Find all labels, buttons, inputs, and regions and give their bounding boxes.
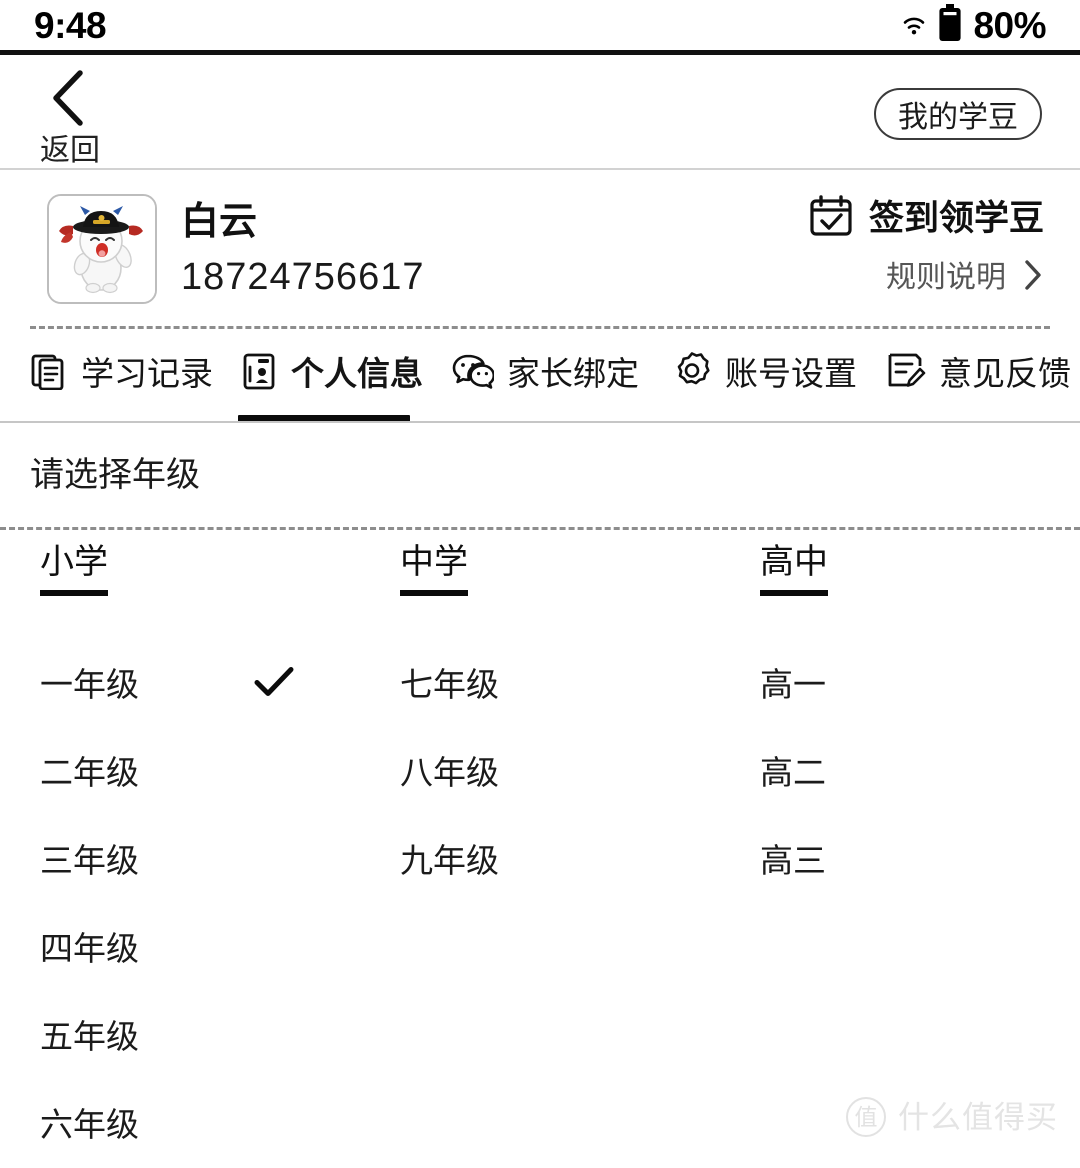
grade-option[interactable]: 一年级	[40, 640, 370, 728]
grade-option-label: 二年级	[40, 753, 139, 791]
grade-option-label: 高二	[760, 753, 826, 791]
status-bar: 9:48 80%	[0, 0, 1080, 50]
chevron-right-icon	[1022, 258, 1044, 297]
grade-column-header[interactable]: 高中	[760, 545, 828, 596]
grade-option[interactable]: 二年级	[40, 728, 370, 816]
status-indicators: 80%	[901, 3, 1046, 47]
back-button[interactable]: 返回	[30, 63, 150, 167]
watermark-text: 什么值得买	[898, 1099, 1058, 1135]
grade-column-header[interactable]: 中学	[400, 545, 468, 596]
battery-percent: 80%	[973, 4, 1046, 46]
grade-selector: 小学 一年级 二年级 三年级 四年级 五年级 六年级 中学 七年级 八年级 九年…	[0, 545, 1080, 1157]
profile-name: 白云	[181, 201, 258, 243]
tab-learning-record[interactable]: 学习记录	[30, 342, 213, 404]
tab-feedback[interactable]: 意见反馈	[886, 342, 1071, 404]
grade-option[interactable]: 高三	[760, 816, 1080, 904]
document-icon	[30, 352, 68, 395]
grade-option-label: 五年级	[40, 1017, 139, 1055]
check-icon	[253, 666, 295, 703]
calendar-check-icon	[809, 194, 853, 243]
grade-option[interactable]: 六年级	[40, 1080, 370, 1168]
wechat-icon	[452, 352, 496, 395]
grade-option[interactable]: 四年级	[40, 904, 370, 992]
status-time: 9:48	[34, 4, 107, 46]
signin-reward-label: 签到领学豆	[868, 199, 1044, 238]
grade-column-high: 高中 高一 高二 高三	[760, 545, 1080, 904]
wifi-icon	[901, 15, 927, 35]
id-card-icon	[240, 352, 278, 395]
my-coins-button[interactable]: 我的学豆	[874, 88, 1042, 140]
feedback-edit-icon	[886, 351, 926, 396]
grade-option[interactable]: 高二	[760, 728, 1080, 816]
grade-option-label: 高三	[760, 841, 826, 879]
tab-label: 个人信息	[291, 354, 423, 392]
section-dashed-divider	[0, 527, 1080, 530]
tab-bar-divider	[0, 421, 1080, 423]
rule-explanation-link[interactable]: 规则说明	[886, 258, 1044, 297]
grade-option[interactable]: 三年级	[40, 816, 370, 904]
app-screen: 9:48 80% 返回 我的学豆 白云 18724756617 签到领学豆 规则…	[0, 0, 1080, 1157]
grade-option[interactable]: 五年级	[40, 992, 370, 1080]
grade-list: 高一 高二 高三	[760, 640, 1080, 904]
battery-icon	[938, 3, 962, 47]
tab-label: 意见反馈	[939, 354, 1071, 392]
tab-account-settings[interactable]: 账号设置	[672, 342, 857, 404]
user-avatar-cartoon	[49, 196, 155, 302]
grade-option-label: 一年级	[40, 665, 139, 703]
profile-dashed-divider	[30, 326, 1050, 329]
section-title: 请选择年级	[30, 456, 200, 494]
chevron-left-icon	[46, 67, 92, 134]
grade-option-label: 四年级	[40, 929, 139, 967]
tab-parent-binding[interactable]: 家长绑定	[452, 342, 639, 404]
grade-option[interactable]: 高一	[760, 640, 1080, 728]
grade-option-label: 六年级	[40, 1105, 139, 1143]
grade-option[interactable]: 九年级	[400, 816, 730, 904]
grade-option[interactable]: 七年级	[400, 640, 730, 728]
signin-reward-button[interactable]: 签到领学豆	[809, 194, 1044, 243]
grade-option-label: 七年级	[400, 665, 499, 703]
tab-label: 账号设置	[725, 354, 857, 392]
watermark-logo-icon: 值	[846, 1097, 886, 1137]
tab-label: 家长绑定	[507, 354, 639, 392]
grade-option-label: 九年级	[400, 841, 499, 879]
back-button-label: 返回	[40, 134, 100, 167]
rule-explanation-label: 规则说明	[886, 260, 1006, 294]
grade-list: 七年级 八年级 九年级	[400, 640, 730, 904]
grade-option[interactable]: 八年级	[400, 728, 730, 816]
tab-label: 学习记录	[81, 354, 213, 392]
tab-bar: 学习记录 个人信息 家长绑定 账号设置 意见反馈	[0, 342, 1080, 422]
gear-icon	[672, 351, 712, 396]
profile-phone: 18724756617	[181, 256, 425, 298]
grade-option-label: 三年级	[40, 841, 139, 879]
grade-column-middle: 中学 七年级 八年级 九年级	[400, 545, 730, 904]
tab-personal-info[interactable]: 个人信息	[240, 342, 423, 404]
grade-option-label: 八年级	[400, 753, 499, 791]
watermark: 值 什么值得买	[846, 1097, 1058, 1137]
nav-bar: 返回 我的学豆	[0, 55, 1080, 168]
avatar[interactable]	[47, 194, 157, 304]
grade-column-primary: 小学 一年级 二年级 三年级 四年级 五年级 六年级	[40, 545, 370, 1168]
grade-option-label: 高一	[760, 665, 826, 703]
grade-list: 一年级 二年级 三年级 四年级 五年级 六年级	[40, 640, 370, 1168]
grade-column-header[interactable]: 小学	[40, 545, 108, 596]
profile-section: 白云 18724756617 签到领学豆 规则说明	[0, 170, 1080, 318]
